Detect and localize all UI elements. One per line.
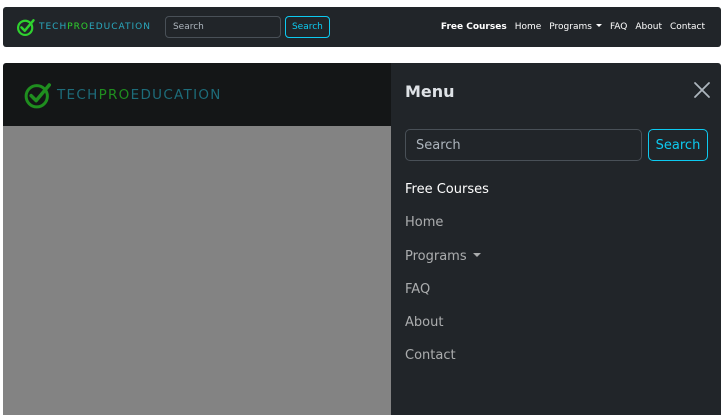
caret-down-icon [472, 252, 481, 257]
menu-item-faq[interactable]: FAQ [405, 281, 489, 314]
nav-link-faq[interactable]: FAQ [610, 22, 627, 32]
navbar-search-button[interactable]: Search [284, 16, 330, 38]
navbar-search-input[interactable] [164, 16, 281, 38]
check-circle-logo-icon [17, 19, 35, 36]
menu-item-about[interactable]: About [405, 314, 489, 347]
nav-link-programs[interactable]: Programs [549, 22, 602, 32]
offcanvas-title: Menu [405, 82, 455, 101]
top-navbar: TECHPROEDUCATION Search Free Courses Hom… [3, 7, 721, 47]
nav-link-contact[interactable]: Contact [670, 22, 705, 32]
caret-down-icon [595, 24, 602, 27]
check-circle-logo-icon [24, 82, 51, 108]
offcanvas-search-button[interactable]: Search [648, 129, 708, 161]
brand-logo[interactable]: TECHPROEDUCATION [16, 17, 151, 37]
offcanvas-backdrop[interactable] [3, 126, 391, 415]
offcanvas-menu: Menu Search Free Courses Home Programs F… [391, 63, 721, 415]
menu-item-contact[interactable]: Contact [405, 347, 489, 380]
menu-item-home[interactable]: Home [405, 214, 489, 247]
nav-link-about[interactable]: About [635, 22, 662, 32]
brand-name: TECHPROEDUCATION [39, 22, 151, 32]
header-brand-name: TECHPROEDUCATION [57, 86, 222, 103]
close-icon[interactable] [693, 81, 711, 99]
page-header: TECHPROEDUCATION [3, 63, 391, 126]
nav-link-free-courses[interactable]: Free Courses [441, 22, 507, 32]
mobile-page-preview: TECHPROEDUCATION Menu Search Free Course… [3, 63, 721, 415]
menu-item-programs[interactable]: Programs [405, 248, 489, 281]
header-brand-logo[interactable]: TECHPROEDUCATION [23, 80, 222, 110]
offcanvas-search-input[interactable] [405, 129, 642, 161]
menu-item-free-courses[interactable]: Free Courses [405, 181, 489, 214]
nav-link-home[interactable]: Home [515, 22, 542, 32]
navbar-links: Free Courses Home Programs FAQ About Con… [441, 22, 705, 32]
offcanvas-nav: Free Courses Home Programs FAQ About Con… [405, 181, 489, 381]
